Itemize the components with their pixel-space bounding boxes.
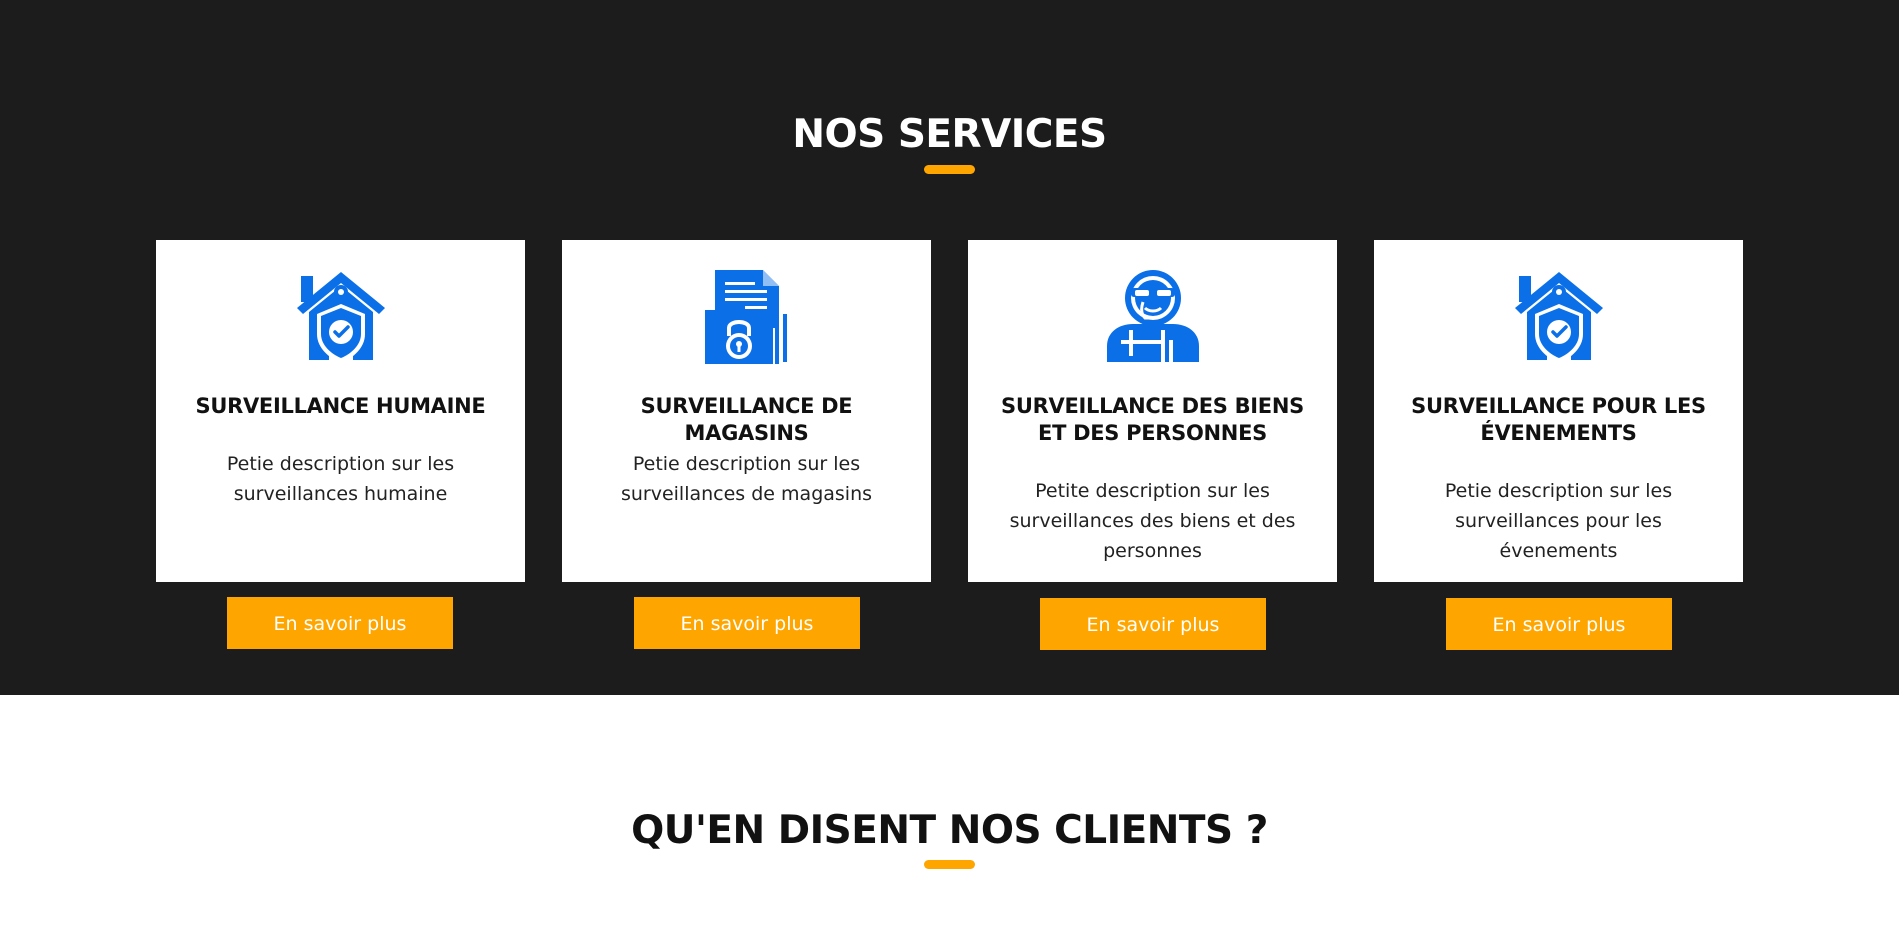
service-card-description: Petie description sur les surveillances …: [1444, 480, 1673, 562]
service-card-biens-personnes: SURVEILLANCE DES BIENS ET DES PERSONNES …: [968, 240, 1337, 582]
service-card-magasins: SURVEILLANCE DE MAGASINS Petie descripti…: [562, 240, 931, 582]
service-card-title: SURVEILLANCE DE MAGASINS: [640, 394, 853, 445]
service-card-humaine: SURVEILLANCE HUMAINE Petie description s…: [156, 240, 525, 582]
learn-more-button-evenements[interactable]: En savoir plus: [1446, 598, 1672, 650]
service-card-description: Petite description sur les surveillances…: [1009, 480, 1296, 562]
service-card-title: SURVEILLANCE DES BIENS ET DES PERSONNES: [1001, 394, 1304, 445]
learn-more-button-biens-personnes[interactable]: En savoir plus: [1040, 598, 1266, 650]
services-title-underline: [924, 165, 975, 174]
learn-more-button-humaine[interactable]: En savoir plus: [227, 597, 453, 649]
testimonials-title-underline: [924, 860, 975, 869]
testimonials-title: QU'EN DISENT NOS CLIENTS ?: [631, 808, 1268, 853]
services-title: NOS SERVICES: [792, 112, 1107, 157]
services-section: NOS SERVICES SURVEILLANCE HUMAINE Petie …: [0, 0, 1899, 695]
service-card-description: Petie description sur les surveillances …: [226, 453, 455, 505]
service-card-title: SURVEILLANCE POUR LES ÉVENEMENTS: [1411, 394, 1706, 445]
house-shield-icon: [1514, 272, 1603, 363]
service-card-evenements: SURVEILLANCE POUR LES ÉVENEMENTS Petie d…: [1374, 240, 1743, 582]
locked-folder-icon: [704, 270, 787, 364]
service-card-title: SURVEILLANCE HUMAINE: [195, 394, 486, 418]
learn-more-button-magasins[interactable]: En savoir plus: [634, 597, 860, 649]
security-guard-icon: [1106, 270, 1199, 362]
service-card-description: Petie description sur les surveillances …: [620, 453, 873, 505]
house-shield-icon: [296, 272, 385, 363]
